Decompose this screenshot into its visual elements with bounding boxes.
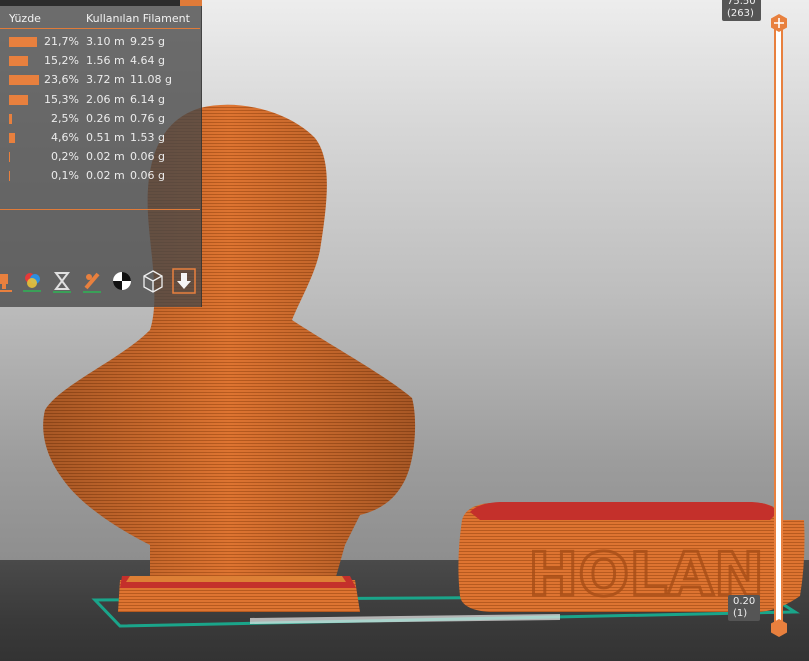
filament-row: 0,1% 0.02 m 0.06 g (0, 167, 202, 183)
length-value: 0.26 m (86, 111, 125, 125)
usage-bar (9, 171, 10, 182)
bottom-slider-handle[interactable] (770, 618, 788, 638)
weight-value: 9.25 g (130, 35, 165, 48)
weight-value: 1.53 g (130, 131, 165, 144)
percent-value: 15,3% (44, 92, 79, 106)
top-layer-tooltip: 75.50 (263) (722, 0, 761, 21)
length-value: 3.10 m (86, 35, 125, 48)
filament-row: 4,6% 0.51 m 1.53 g (0, 129, 202, 145)
weight-value: 11.08 g (130, 73, 172, 87)
percent-value: 2,5% (51, 111, 79, 125)
first-layer-strip (250, 614, 560, 624)
color-print-icon[interactable] (21, 268, 45, 296)
usage-bar (9, 152, 10, 163)
filament-row: 15,2% 1.56 m 4.64 g (0, 52, 202, 68)
percent-value: 4,6% (51, 131, 79, 144)
bottom-layer-tooltip: 0.20 (1) (728, 595, 761, 621)
header-divider (0, 28, 200, 29)
header-filament: Kullanılan Filament (86, 12, 190, 25)
filament-row: 23,6% 3.72 m 11.08 g (0, 71, 202, 87)
3d-viewport[interactable]: HOLAN Yüzde Kullanılan Filament 21,7% 3.1… (0, 0, 809, 661)
length-value: 0.02 m (86, 169, 125, 183)
filament-row: 0,2% 0.02 m 0.06 g (0, 148, 202, 164)
weight-value: 0.76 g (130, 111, 165, 125)
top-layer-value: (263) (727, 8, 754, 19)
top-slider-handle[interactable] (770, 13, 788, 33)
weight-value: 6.14 g (130, 92, 165, 106)
percent-value: 0,1% (51, 169, 79, 183)
usage-bar (9, 37, 37, 47)
bottom-layer-value: (1) (733, 608, 748, 619)
pie-chart-icon[interactable] (110, 268, 134, 296)
header-percent: Yüzde (9, 12, 41, 25)
usage-bar (9, 75, 39, 86)
percent-value: 21,7% (44, 35, 79, 48)
length-value: 0.51 m (86, 131, 125, 144)
weight-value: 0.06 g (130, 150, 165, 164)
layer-slider[interactable] (774, 22, 783, 628)
panel-corner-button[interactable] (180, 0, 202, 6)
panel-divider (0, 209, 200, 210)
filament-row: 15,3% 2.06 m 6.14 g (0, 91, 202, 107)
percent-value: 0,2% (51, 150, 79, 164)
usage-bar (9, 133, 15, 143)
usage-bar (9, 113, 12, 124)
filament-row: 2,5% 0.26 m 0.76 g (0, 110, 202, 126)
length-value: 2.06 m (86, 92, 125, 106)
cube-wireframe-icon[interactable] (141, 268, 165, 296)
length-value: 3.72 m (86, 73, 125, 87)
top-height-value: 75.50 (727, 0, 756, 7)
usage-bar (9, 94, 28, 105)
export-icon[interactable] (172, 268, 196, 296)
filament-row: 21,7% 3.10 m 9.25 g (0, 33, 202, 49)
view-toolbar (0, 268, 202, 298)
percent-value: 23,6% (44, 73, 79, 87)
bottom-height-value: 0.20 (733, 596, 756, 607)
slider-extra-handle[interactable] (774, 655, 784, 661)
hourglass-icon[interactable] (50, 268, 74, 296)
length-value: 1.56 m (86, 54, 125, 68)
panel-top-bar (0, 0, 202, 6)
length-value: 0.02 m (86, 150, 125, 164)
brush-icon[interactable] (80, 268, 104, 296)
weight-value: 0.06 g (130, 169, 165, 183)
usage-bar (9, 56, 28, 67)
percent-value: 15,2% (44, 54, 79, 68)
statistics-panel: Yüzde Kullanılan Filament 21,7% 3.10 m 9.2… (0, 0, 202, 307)
weight-value: 4.64 g (130, 54, 165, 68)
